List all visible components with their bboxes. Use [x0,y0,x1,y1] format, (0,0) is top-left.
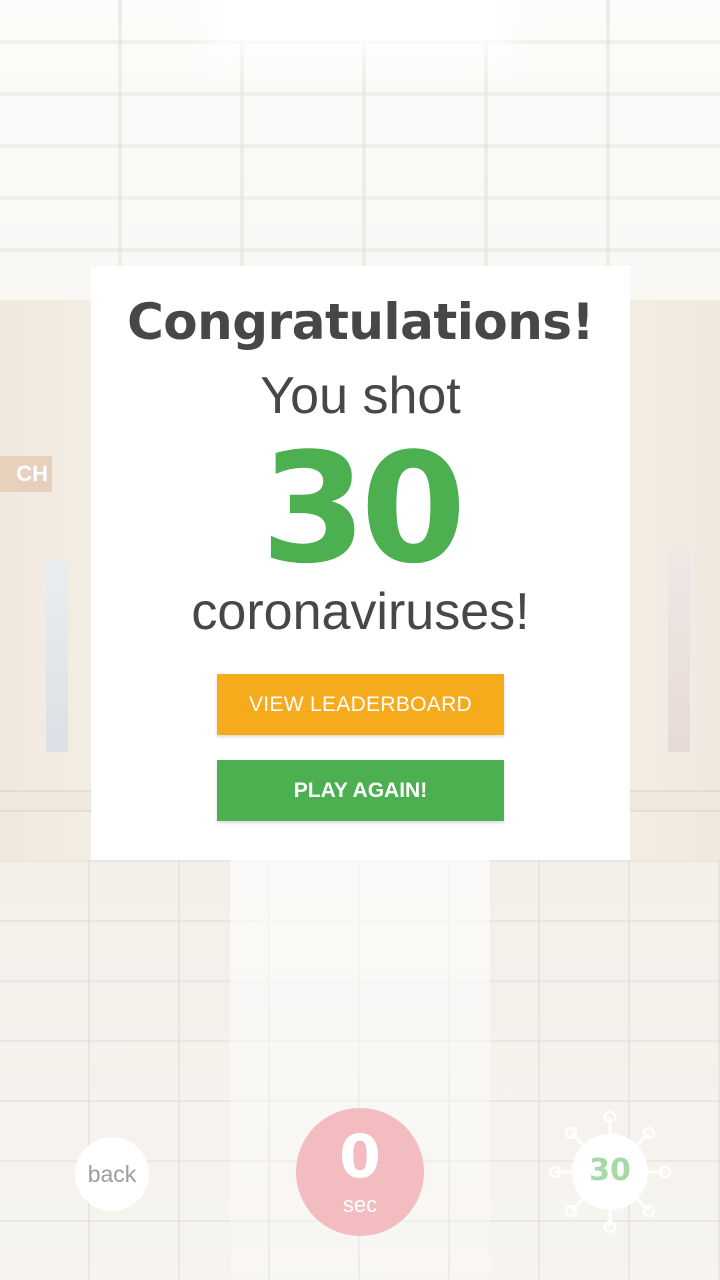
score-value: 30 [260,420,467,597]
play-again-button[interactable]: PLAY AGAIN! [217,760,504,821]
score-prefix: You shot [260,367,461,425]
virus-count: 30 [589,1153,631,1188]
timer-unit: sec [342,1192,378,1217]
game-screen: CH 1 Congratulations! You shot 30 corona… [0,0,720,1280]
score-suffix: coronaviruses! [191,583,530,641]
congratulations-heading: Congratulations! [127,293,594,351]
timer: 0 sec [296,1108,424,1236]
result-card: Congratulations! You shot 30 coronavirus… [91,266,630,860]
view-leaderboard-button[interactable]: VIEW LEADERBOARD [217,674,504,735]
back-button[interactable]: back [75,1137,149,1211]
virus-counter: 30 [548,1110,672,1234]
timer-value: 0 [339,1122,381,1192]
